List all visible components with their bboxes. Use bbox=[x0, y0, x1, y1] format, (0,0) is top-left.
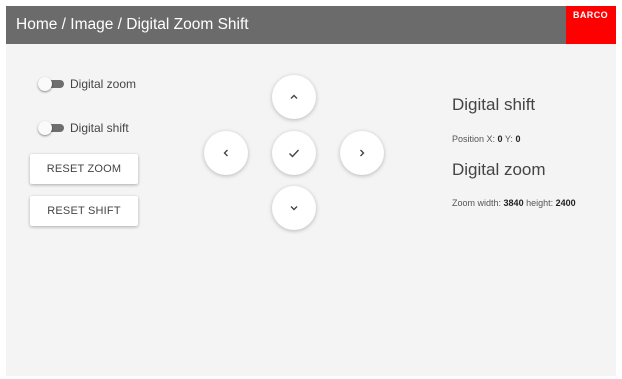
digital-shift-title: Digital shift bbox=[452, 95, 536, 114]
toggle-thumb[interactable] bbox=[38, 121, 52, 135]
zoom-height-label: height: bbox=[526, 198, 554, 208]
check-icon bbox=[289, 149, 300, 158]
reset-zoom-button[interactable]: RESET ZOOM bbox=[30, 154, 138, 184]
zoom-width-value: 3840 bbox=[503, 198, 524, 208]
shift-up-button[interactable] bbox=[272, 75, 316, 119]
digital-shift-label: Digital shift bbox=[70, 121, 129, 135]
digital-shift-toggle[interactable] bbox=[38, 121, 64, 135]
position-x-label: Position X: bbox=[452, 134, 496, 144]
zoom-width-label: Zoom width: bbox=[452, 198, 502, 208]
position-y-label: Y: bbox=[504, 134, 513, 144]
app-frame: Home / Image / Digital Zoom Shift BARCO … bbox=[6, 6, 616, 376]
header-bar: Home / Image / Digital Zoom Shift BARCO bbox=[6, 6, 616, 44]
chevron-right-icon bbox=[360, 149, 365, 157]
breadcrumb: Home / Image / Digital Zoom Shift bbox=[16, 16, 249, 33]
position-x-value: 0 bbox=[497, 134, 503, 144]
shift-position-readout: Position X: 0 Y: 0 bbox=[452, 134, 520, 144]
confirm-button[interactable] bbox=[272, 131, 316, 175]
digital-zoom-toggle-row[interactable]: Digital zoom bbox=[38, 77, 136, 91]
barco-logo: BARCO bbox=[566, 6, 616, 44]
zoom-height-value: 2400 bbox=[555, 198, 576, 208]
shift-down-button[interactable] bbox=[272, 186, 316, 230]
chevron-down-icon bbox=[290, 206, 298, 211]
zoom-size-readout: Zoom width: 3840 height: 2400 bbox=[452, 198, 576, 208]
shift-left-button[interactable] bbox=[204, 131, 248, 175]
logo-text: BARCO bbox=[573, 10, 608, 20]
reset-shift-button[interactable]: RESET SHIFT bbox=[30, 196, 138, 226]
chevron-up-icon bbox=[290, 94, 298, 99]
position-y-value: 0 bbox=[515, 134, 521, 144]
digital-zoom-toggle[interactable] bbox=[38, 77, 64, 91]
chevron-left-icon bbox=[223, 149, 228, 157]
shift-right-button[interactable] bbox=[340, 131, 384, 175]
digital-zoom-label: Digital zoom bbox=[70, 77, 137, 91]
digital-zoom-title: Digital zoom bbox=[452, 160, 546, 179]
digital-shift-toggle-row[interactable]: Digital shift bbox=[38, 121, 129, 135]
toggle-thumb[interactable] bbox=[38, 77, 52, 91]
